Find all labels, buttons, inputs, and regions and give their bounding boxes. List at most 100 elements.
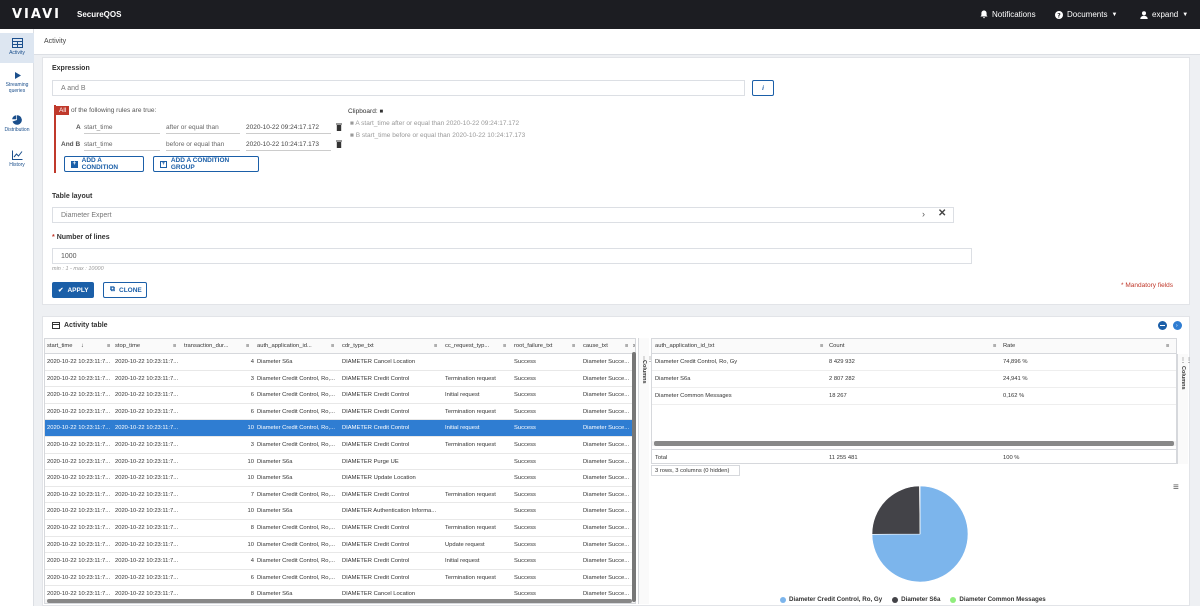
sidebar-item-history[interactable]: History	[0, 150, 34, 174]
column-header[interactable]: Count	[829, 343, 844, 349]
number-of-lines-input[interactable]: 1000	[52, 248, 972, 264]
apply-button[interactable]: ✔ APPLY	[52, 282, 94, 298]
clipboard-item[interactable]: ■ B start_time before or equal than 2020…	[350, 132, 525, 139]
summary-cell: 8 429 932	[829, 359, 855, 365]
rule-value-input[interactable]: 2020-10-22 10:24:17.173	[246, 139, 331, 151]
table-cell: Success	[514, 558, 536, 565]
menu-icon[interactable]: ≡	[173, 343, 176, 349]
legend-item[interactable]: Diameter S6a	[892, 596, 940, 603]
summary-row[interactable]: Diameter Credit Control, Ro, Gy 8 429 932…	[652, 354, 1176, 371]
sidebar-item-streaming-queries[interactable]: Streaming queries	[0, 71, 34, 105]
table-row[interactable]: 2020-10-22 10:23:11:7... 2020-10-22 10:23…	[45, 570, 635, 587]
menu-icon[interactable]: ≡	[820, 343, 823, 349]
menu-icon[interactable]: ≡	[331, 343, 334, 349]
table-row[interactable]: 2020-10-22 10:23:11:7... 2020-10-22 10:23…	[45, 454, 635, 471]
rule-operator-select[interactable]: before or equal than	[166, 139, 240, 151]
chart-menu-icon[interactable]: ≡	[1173, 482, 1179, 493]
trash-icon[interactable]	[336, 123, 342, 131]
all-selector[interactable]: All	[56, 106, 70, 115]
table-row[interactable]: 2020-10-22 10:23:11:7... 2020-10-22 10:23…	[45, 487, 635, 504]
column-header[interactable]: cc_request_typ...	[445, 343, 500, 349]
table-row[interactable]: 2020-10-22 10:23:11:7... 2020-10-22 10:23…	[45, 387, 635, 404]
trash-icon[interactable]: ■	[379, 109, 383, 115]
horizontal-scrollbar[interactable]	[652, 441, 1176, 446]
table-cell: Diameter Succe...	[583, 442, 630, 448]
summary-row[interactable]: Diameter S6a 2 807 282 24,941 %	[652, 371, 1176, 388]
table-cell: Diameter Credit Control, Ro,...	[257, 574, 335, 581]
summary-cell: Diameter Credit Control, Ro, Gy	[655, 359, 738, 365]
rule-operator-select[interactable]: after or equal than	[166, 122, 240, 134]
clear-icon[interactable]: ✕	[938, 208, 946, 219]
rule-field-select[interactable]: start_time	[84, 122, 160, 134]
table-cell: DIAMETER Credit Control	[342, 491, 410, 498]
column-header[interactable]: sc	[633, 343, 635, 349]
legend-item[interactable]: Diameter Common Messages	[950, 596, 1046, 603]
menu-icon[interactable]: ≡	[1166, 343, 1169, 349]
pie-slice[interactable]	[871, 485, 921, 535]
clipboard-item-text: B start_time before or equal than 2020-1…	[355, 132, 526, 139]
table-cell: Diameter S6a	[257, 359, 293, 365]
trash-icon[interactable]	[336, 140, 342, 148]
horizontal-scrollbar[interactable]	[45, 599, 635, 603]
table-cell: Diameter Succe...	[583, 574, 630, 581]
expression-input[interactable]: A and B	[52, 80, 745, 96]
table-cell: 8	[250, 591, 254, 598]
menu-icon[interactable]: ≡	[503, 343, 506, 349]
sort-arrow-icon[interactable]: ↓	[81, 343, 91, 349]
summary-grid: auth_application_id_txt ≡ Count ≡ Rate ≡…	[651, 338, 1177, 464]
documents-menu[interactable]: ? Documents ▼	[1055, 10, 1117, 19]
rule-value-input[interactable]: 2020-10-22 09:24:17.172	[246, 122, 331, 134]
table-row[interactable]: 2020-10-22 10:23:11:7... 2020-10-22 10:23…	[45, 470, 635, 487]
add-condition-button[interactable]: + ADD A CONDITION	[64, 156, 144, 172]
column-header[interactable]: transaction_dur...	[184, 343, 236, 349]
table-row[interactable]: 2020-10-22 10:23:11:7... 2020-10-22 10:23…	[45, 371, 635, 388]
column-header[interactable]: stop_time	[115, 343, 169, 349]
column-header[interactable]: Rate	[1003, 343, 1015, 349]
summary-row[interactable]: Diameter Common Messages 18 267 0,162 %	[652, 388, 1176, 405]
legend-item[interactable]: Diameter Credit Control, Ro, Gy	[780, 596, 882, 603]
columns-panel-toggle[interactable]: ⋮⋮ Columns	[638, 338, 653, 604]
menu-icon[interactable]: ≡	[434, 343, 437, 349]
column-header[interactable]: cdr_type_txt	[342, 343, 422, 349]
menu-icon[interactable]: ≡	[107, 343, 110, 349]
chevron-right-icon[interactable]: ›	[922, 209, 925, 219]
clone-button[interactable]: ⧉ CLONE	[103, 282, 147, 298]
vertical-scrollbar[interactable]	[632, 352, 636, 602]
table-row[interactable]: 2020-10-22 10:23:11:7... 2020-10-22 10:23…	[45, 354, 635, 371]
table-row[interactable]: 2020-10-22 10:23:11:7... 2020-10-22 10:23…	[45, 537, 635, 554]
column-header[interactable]: root_failure_txt	[514, 343, 569, 349]
column-header[interactable]: cause_txt	[583, 343, 627, 349]
trash-icon[interactable]: ■	[350, 120, 354, 127]
sidebar-item-distribution[interactable]: Distribution	[0, 115, 34, 139]
column-header[interactable]: auth_application_id_txt	[655, 343, 714, 349]
menu-icon[interactable]: ≡	[572, 343, 575, 349]
table-cell: Diameter Succe...	[583, 558, 630, 565]
clipboard-item[interactable]: ■ A start_time after or equal than 2020-…	[350, 120, 519, 127]
menu-icon[interactable]: ≡	[625, 343, 628, 349]
table-cell: 2020-10-22 10:23:11:7...	[115, 525, 179, 531]
trash-icon[interactable]: ■	[350, 132, 354, 139]
sidebar-item-activity[interactable]: Activity	[0, 33, 34, 63]
user-menu[interactable]: expand ▼	[1140, 10, 1188, 19]
expression-info-button[interactable]: i	[752, 80, 774, 96]
table-row[interactable]: 2020-10-22 10:23:11:7... 2020-10-22 10:23…	[45, 420, 635, 437]
expand-icon[interactable]: ›	[1173, 321, 1182, 330]
expression-label: Expression	[52, 65, 90, 72]
table-row[interactable]: 2020-10-22 10:23:11:7... 2020-10-22 10:23…	[45, 404, 635, 421]
table-row[interactable]: 2020-10-22 10:23:11:7... 2020-10-22 10:23…	[45, 553, 635, 570]
table-cell: DIAMETER Cancel Location	[342, 359, 416, 365]
rule-field-select[interactable]: start_time	[84, 139, 160, 151]
menu-icon[interactable]: ≡	[246, 343, 249, 349]
table-row[interactable]: 2020-10-22 10:23:11:7... 2020-10-22 10:23…	[45, 520, 635, 537]
menu-icon[interactable]: ≡	[993, 343, 996, 349]
collapse-icon[interactable]	[1158, 321, 1167, 330]
columns-panel-toggle[interactable]: ⋮⋮ Columns	[1177, 354, 1192, 464]
table-row[interactable]: 2020-10-22 10:23:11:7... 2020-10-22 10:23…	[45, 503, 635, 520]
table-row[interactable]: 2020-10-22 10:23:11:7... 2020-10-22 10:23…	[45, 437, 635, 454]
table-layout-select[interactable]: Diameter Expert	[52, 207, 954, 223]
notifications-button[interactable]: Notifications	[980, 10, 1036, 19]
documents-label: Documents	[1067, 10, 1108, 19]
column-header[interactable]: auth_application_id...	[257, 343, 327, 349]
add-condition-group-button[interactable]: + ADD A CONDITION GROUP	[153, 156, 259, 172]
table-icon	[52, 322, 60, 329]
